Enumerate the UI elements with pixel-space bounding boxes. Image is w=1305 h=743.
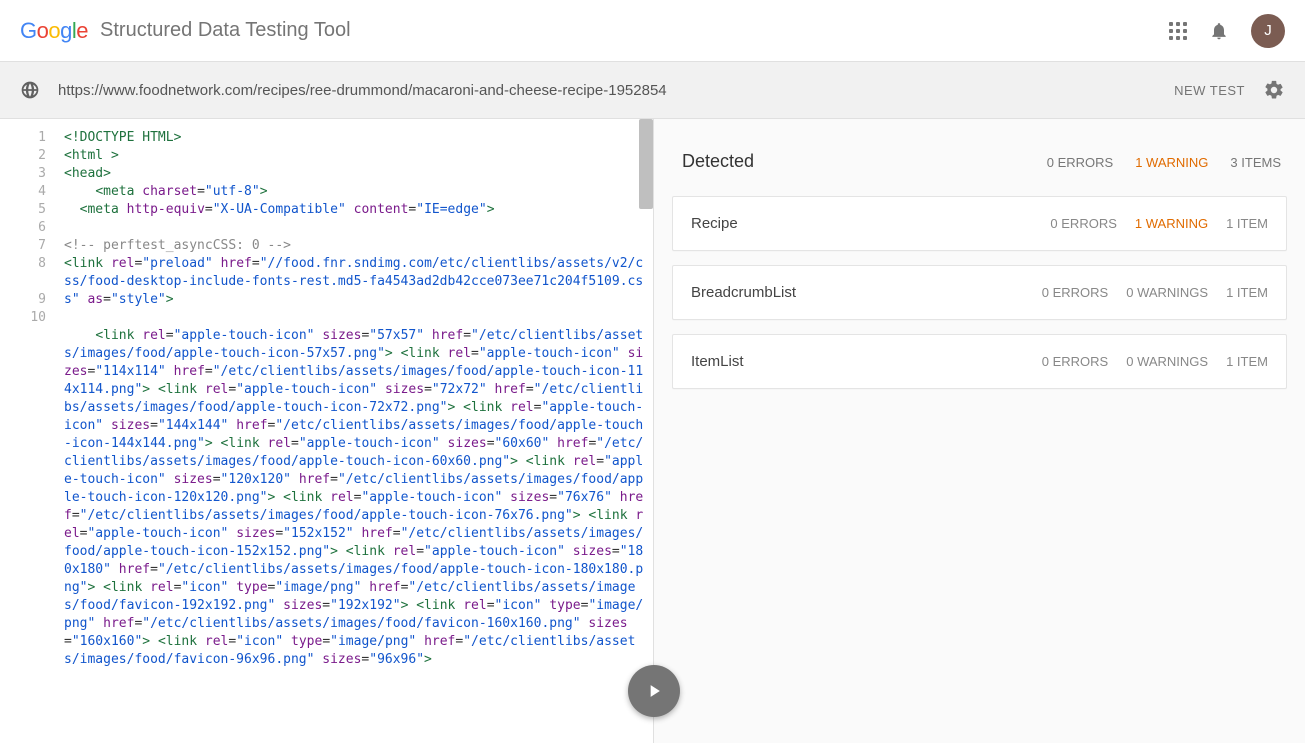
header-right: J — [1169, 14, 1285, 48]
settings-icon[interactable] — [1263, 79, 1285, 101]
card-counts: 0 ERRORS 0 WARNINGS 1 ITEM — [1042, 354, 1268, 369]
main-split: 12345678910 <!DOCTYPE HTML><html ><head>… — [0, 119, 1305, 743]
header-left: Google Structured Data Testing Tool — [20, 18, 351, 44]
line-gutter: 12345678910 — [0, 119, 56, 743]
code-pane[interactable]: 12345678910 <!DOCTYPE HTML><html ><head>… — [0, 119, 654, 743]
card-errors: 0 ERRORS — [1042, 354, 1108, 369]
card-items: 1 ITEM — [1226, 354, 1268, 369]
card-counts: 0 ERRORS 0 WARNINGS 1 ITEM — [1042, 285, 1268, 300]
new-test-button[interactable]: NEW TEST — [1174, 83, 1245, 98]
card-counts: 0 ERRORS 1 WARNING 1 ITEM — [1050, 216, 1268, 231]
results-pane: Detected 0 ERRORS 1 WARNING 3 ITEMS Reci… — [654, 119, 1305, 743]
url-text[interactable]: https://www.foodnetwork.com/recipes/ree-… — [58, 82, 1156, 99]
summary-counts: 0 ERRORS 1 WARNING 3 ITEMS — [1047, 155, 1281, 170]
result-card[interactable]: ItemList 0 ERRORS 0 WARNINGS 1 ITEM — [672, 334, 1287, 389]
card-name: Recipe — [691, 215, 738, 232]
summary-errors: 0 ERRORS — [1047, 155, 1113, 170]
card-name: BreadcrumbList — [691, 284, 796, 301]
globe-icon — [20, 80, 40, 100]
summary-warnings: 1 WARNING — [1135, 155, 1208, 170]
card-items: 1 ITEM — [1226, 285, 1268, 300]
card-warnings: 1 WARNING — [1135, 216, 1208, 231]
result-card[interactable]: BreadcrumbList 0 ERRORS 0 WARNINGS 1 ITE… — [672, 265, 1287, 320]
run-test-fab[interactable] — [628, 665, 680, 717]
card-name: ItemList — [691, 353, 744, 370]
code-lines[interactable]: <!DOCTYPE HTML><html ><head> <meta chars… — [56, 119, 653, 743]
url-bar: https://www.foodnetwork.com/recipes/ree-… — [0, 62, 1305, 119]
avatar[interactable]: J — [1251, 14, 1285, 48]
google-logo[interactable]: Google — [20, 18, 88, 44]
card-warnings: 0 WARNINGS — [1126, 285, 1208, 300]
app-header: Google Structured Data Testing Tool J — [0, 0, 1305, 62]
apps-icon[interactable] — [1169, 22, 1187, 40]
result-card[interactable]: Recipe 0 ERRORS 1 WARNING 1 ITEM — [672, 196, 1287, 251]
detected-title: Detected — [682, 151, 754, 172]
card-errors: 0 ERRORS — [1042, 285, 1108, 300]
summary-items: 3 ITEMS — [1230, 155, 1281, 170]
detected-header: Detected 0 ERRORS 1 WARNING 3 ITEMS — [672, 143, 1287, 196]
card-warnings: 0 WARNINGS — [1126, 354, 1208, 369]
result-cards: Recipe 0 ERRORS 1 WARNING 1 ITEM Breadcr… — [672, 196, 1287, 389]
app-title: Structured Data Testing Tool — [100, 19, 351, 42]
card-items: 1 ITEM — [1226, 216, 1268, 231]
card-errors: 0 ERRORS — [1050, 216, 1116, 231]
notifications-icon[interactable] — [1209, 21, 1229, 41]
scrollbar[interactable] — [639, 119, 653, 209]
